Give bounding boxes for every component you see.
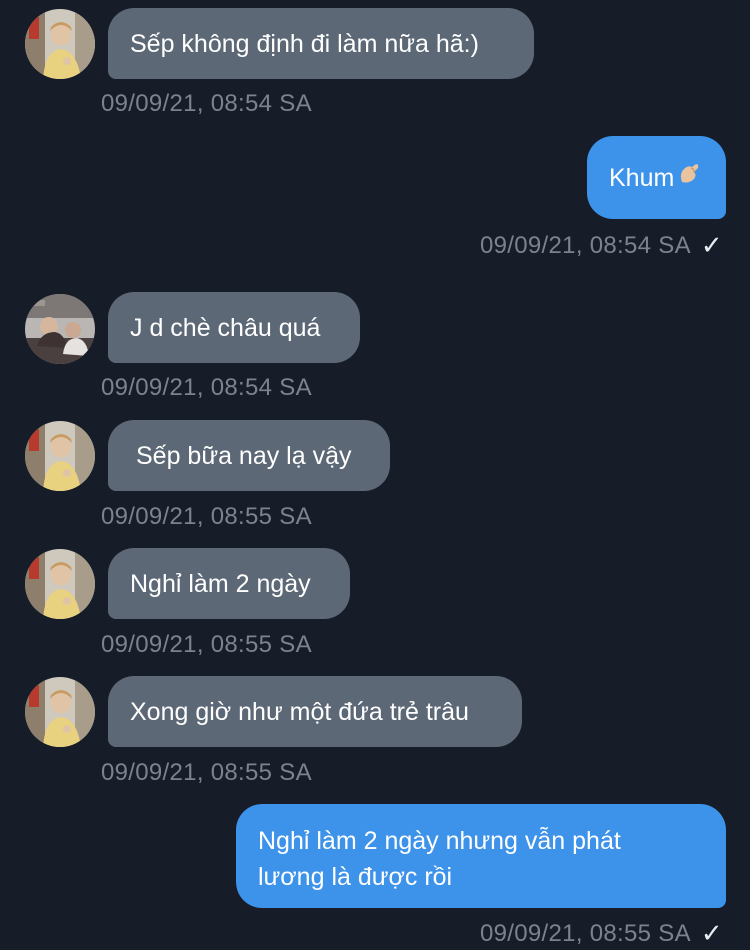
incoming-message-bubble[interactable]: Xong giờ như một đứa trẻ trâu [108,676,522,747]
incoming-message-bubble[interactable]: Sếp không định đi làm nữa hã:) [108,8,534,79]
message-timestamp: 09/09/21, 08:54 SA [480,232,691,259]
outgoing-message-bubble[interactable]: Khum [587,136,726,219]
chat-thread[interactable]: Sếp không định đi làm nữa hã:) 09/09/21,… [0,0,750,950]
avatar-boss[interactable] [25,549,95,619]
message-text: Nghỉ làm 2 ngày [130,569,311,598]
message-status: 09/09/21, 08:55 SA ✓ [480,918,723,949]
message-text: Sếp bữa nay lạ vậy [136,441,352,470]
message-text-line: Nghỉ làm 2 ngày nhưng vẫn phát [258,827,621,855]
incoming-message-bubble[interactable]: J d chè châu quá [108,292,360,363]
avatar-boss[interactable] [25,421,95,491]
pinching-hand-emoji [676,160,702,196]
message-text: Khum [609,163,675,192]
message-text-line: lương là được rồi [258,863,453,891]
message-timestamp: 09/09/21, 08:54 SA [101,374,312,401]
message-text: J d chè châu quá [130,313,321,342]
avatar-friend[interactable] [25,294,95,364]
incoming-message-bubble[interactable]: Nghỉ làm 2 ngày [108,548,350,619]
read-check-icon: ✓ [700,918,723,948]
message-text: Sếp không định đi làm nữa hã:) [130,29,479,58]
message-status: 09/09/21, 08:54 SA ✓ [480,230,723,261]
incoming-message-bubble[interactable]: Sếp bữa nay lạ vậy [108,420,390,491]
message-timestamp: 09/09/21, 08:55 SA [101,503,312,530]
message-timestamp: 09/09/21, 08:54 SA [101,90,312,117]
avatar-boss[interactable] [25,677,95,747]
outgoing-message-bubble[interactable]: Nghỉ làm 2 ngày nhưng vẫn phát lương là … [236,804,726,908]
message-timestamp: 09/09/21, 08:55 SA [101,759,312,786]
read-check-icon: ✓ [700,230,723,260]
avatar-boss[interactable] [25,9,95,79]
message-timestamp: 09/09/21, 08:55 SA [101,631,312,658]
message-timestamp: 09/09/21, 08:55 SA [480,920,691,947]
message-text: Xong giờ như một đứa trẻ trâu [130,697,469,726]
